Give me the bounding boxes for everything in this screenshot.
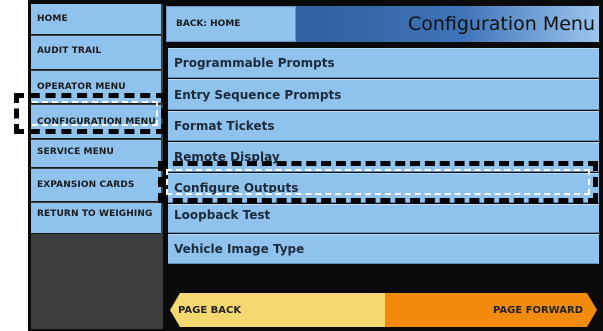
menu-item-remote-display[interactable]: Remote Display <box>168 142 599 172</box>
menu-item-loopback-test[interactable]: Loopback Test <box>168 204 599 233</box>
back-button[interactable]: BACK: HOME <box>166 6 296 42</box>
page-back-button[interactable]: PAGE BACK <box>170 293 385 327</box>
menu-item-programmable-prompts[interactable]: Programmable Prompts <box>168 48 599 78</box>
page-title: Configuration Menu <box>296 6 599 42</box>
menu-item-configure-outputs[interactable]: Configure Outputs <box>168 173 599 203</box>
sidebar-item-service-menu[interactable]: SERVICE MENU <box>31 140 161 168</box>
menu-item-vehicle-image-type[interactable]: Vehicle Image Type <box>168 234 599 264</box>
menu-item-format-tickets[interactable]: Format Tickets <box>168 111 599 141</box>
sidebar-item-configuration-menu[interactable]: CONFIGURATION MENU <box>31 105 161 139</box>
menu-item-entry-sequence-prompts[interactable]: Entry Sequence Prompts <box>168 79 599 110</box>
sidebar-item-expansion-cards[interactable]: EXPANSION CARDS <box>31 169 161 202</box>
sidebar-item-return-to-weighing[interactable]: RETURN TO WEIGHING <box>31 203 161 234</box>
sidebar-item-audit-trail[interactable]: AUDIT TRAIL <box>31 36 161 70</box>
page-forward-button[interactable]: PAGE FORWARD <box>385 293 597 327</box>
sidebar-item-home[interactable]: HOME <box>31 4 161 35</box>
sidebar-item-operator-menu[interactable]: OPERATOR MENU <box>31 71 161 104</box>
